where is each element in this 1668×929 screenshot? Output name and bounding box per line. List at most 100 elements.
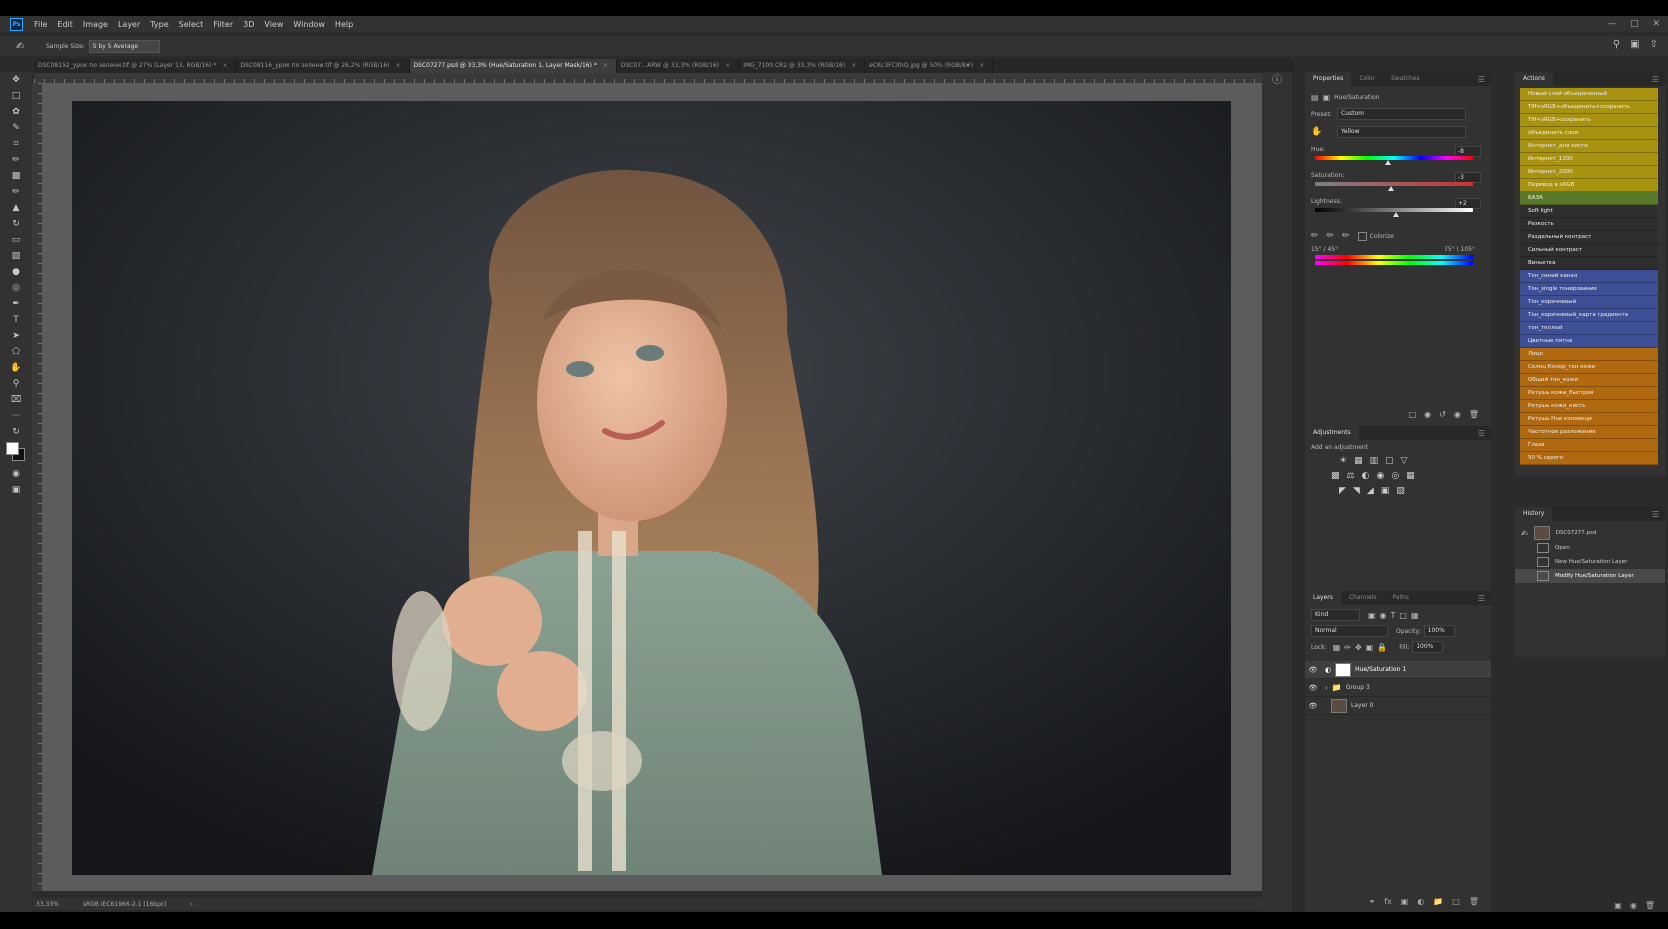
close-tab-icon[interactable]: × xyxy=(222,62,227,69)
action-item[interactable]: Виньетка xyxy=(1520,257,1658,270)
action-item[interactable]: Частотное разложение xyxy=(1520,426,1658,439)
tab-swatches[interactable]: Swatches xyxy=(1383,72,1428,86)
visibility-icon[interactable]: ◉ xyxy=(1454,410,1461,419)
action-item[interactable]: Цветные пятна xyxy=(1520,335,1658,348)
path-select-tool-icon[interactable]: ➤ xyxy=(0,328,32,344)
history-brush-source-icon[interactable]: ✍ xyxy=(1521,529,1528,538)
color-swatches[interactable] xyxy=(0,442,32,466)
maximize-icon[interactable]: □ xyxy=(1630,16,1639,32)
doc-tab-active[interactable]: DSC07277.psd @ 33,3% (Hue/Saturation 1, … xyxy=(409,59,617,73)
fx-icon[interactable]: fx xyxy=(1384,897,1392,906)
saturation-slider[interactable] xyxy=(1315,182,1473,191)
marquee-tool-icon[interactable]: □ xyxy=(0,88,32,104)
action-item[interactable]: Тон_синий канал xyxy=(1520,270,1658,283)
history-item[interactable]: New Hue/Saturation Layer xyxy=(1515,555,1665,569)
status-expand-icon[interactable]: › xyxy=(191,901,193,908)
view-previous-icon[interactable]: ◉ xyxy=(1424,410,1431,419)
action-item[interactable]: Ретушь кожи_быстрая xyxy=(1520,387,1658,400)
fill-input[interactable]: 100% xyxy=(1412,641,1444,653)
colorize-checkbox[interactable] xyxy=(1357,231,1367,241)
color-bar-bottom[interactable] xyxy=(1315,261,1473,265)
zoom-tool-icon[interactable]: ⚲ xyxy=(0,376,32,392)
brush-tool-icon[interactable]: ✏ xyxy=(0,184,32,200)
doc-tab[interactable]: eCKc3FCXhQ.jpg @ 50% (RGB/8#) × xyxy=(865,59,994,73)
eyedropper-icon[interactable]: ✏ xyxy=(1311,231,1319,241)
menu-edit[interactable]: Edit xyxy=(52,20,78,29)
new-layer-icon[interactable]: □ xyxy=(1452,897,1460,906)
doc-tab[interactable]: IMG_7100.CR2 @ 33,3% (RGB/16) × xyxy=(739,59,866,73)
posterize-icon[interactable]: ◥ xyxy=(1353,486,1360,496)
channel-select[interactable]: Yellow xyxy=(1337,126,1466,138)
quick-select-tool-icon[interactable]: ✎ xyxy=(0,120,32,136)
close-tab-icon[interactable]: × xyxy=(395,62,400,69)
action-item[interactable]: объединить слои xyxy=(1520,127,1658,140)
delete-layer-icon[interactable]: 🗑 xyxy=(1469,897,1479,906)
dodge-tool-icon[interactable]: ◎ xyxy=(0,280,32,296)
menu-view[interactable]: View xyxy=(259,20,288,29)
swap-colors-icon[interactable]: ↻ xyxy=(0,424,32,440)
invert-icon[interactable]: ◤ xyxy=(1339,486,1346,496)
hue-slider[interactable] xyxy=(1315,156,1473,165)
close-icon[interactable]: ✕ xyxy=(1652,16,1660,32)
channel-mixer-icon[interactable]: ◎ xyxy=(1391,471,1399,481)
info-icon[interactable]: ⓘ xyxy=(1262,72,1292,90)
threshold-icon[interactable]: ◢ xyxy=(1367,486,1374,496)
action-item[interactable]: Новый слой объединенный xyxy=(1520,88,1658,101)
document-photo[interactable] xyxy=(72,101,1231,875)
doc-tab[interactable]: DSC08116_урок по зелени.tif @ 26,2% (RGB… xyxy=(236,59,410,73)
menu-file[interactable]: File xyxy=(29,20,52,29)
lasso-tool-icon[interactable]: ✿ xyxy=(0,104,32,120)
snapshot-camera-icon[interactable]: ◉ xyxy=(1630,901,1637,911)
zoom-level[interactable]: 33,33% xyxy=(36,901,59,908)
lightness-slider-thumb[interactable] xyxy=(1392,212,1399,217)
panel-menu-icon[interactable]: ☰ xyxy=(1478,594,1485,603)
photo-filter-icon[interactable]: ◉ xyxy=(1376,471,1384,481)
history-item[interactable]: Open xyxy=(1515,541,1665,555)
action-item[interactable]: Tiff+sRGB+объединить+сохранить xyxy=(1520,101,1658,114)
clip-to-layer-icon[interactable]: □ xyxy=(1409,410,1417,419)
close-tab-icon[interactable]: × xyxy=(851,62,856,69)
layer-kind-select[interactable]: Kind xyxy=(1311,609,1360,621)
screen-mode-icon[interactable]: ▣ xyxy=(0,482,32,498)
action-item[interactable]: Резкость xyxy=(1520,218,1658,231)
new-group-icon[interactable]: 📁 xyxy=(1433,897,1443,906)
action-item[interactable]: Интернет_1200 xyxy=(1520,153,1658,166)
eyedropper-tool-icon[interactable]: ✍ xyxy=(16,41,24,52)
shape-tool-icon[interactable]: ⬠ xyxy=(0,344,32,360)
blur-tool-icon[interactable]: ● xyxy=(0,264,32,280)
share-icon[interactable]: ⇧ xyxy=(1650,39,1658,50)
action-item[interactable]: Тон_коричневый_карта градиента xyxy=(1520,309,1658,322)
menu-layer[interactable]: Layer xyxy=(113,20,145,29)
more-tools-icon[interactable]: ⋯ xyxy=(0,408,32,424)
action-item[interactable]: Солнц Колор_тон кожи xyxy=(1520,361,1658,374)
eyedropper-tool-icon[interactable]: ✏ xyxy=(0,152,32,168)
close-tab-icon[interactable]: × xyxy=(725,62,730,69)
menu-type[interactable]: Type xyxy=(145,20,173,29)
layer-thumbnail[interactable] xyxy=(1331,698,1347,713)
action-item[interactable]: тон_теплый xyxy=(1520,322,1658,335)
new-adjustment-icon[interactable]: ◐ xyxy=(1417,897,1424,906)
add-to-sample-icon[interactable]: ✏ xyxy=(1327,231,1335,241)
action-item[interactable]: Ретушь кожи_кисть xyxy=(1520,400,1658,413)
tab-layers[interactable]: Layers xyxy=(1305,591,1341,605)
action-item[interactable]: Soft light xyxy=(1520,205,1658,218)
action-item[interactable]: Раздельный контраст xyxy=(1520,231,1658,244)
menu-help[interactable]: Help xyxy=(330,20,358,29)
preset-select[interactable]: Custom xyxy=(1337,108,1466,120)
action-item[interactable]: Тон_коричневый xyxy=(1520,296,1658,309)
menu-filter[interactable]: Filter xyxy=(208,20,238,29)
action-item[interactable]: Интернет_для кисти xyxy=(1520,140,1658,153)
expand-group-icon[interactable]: › xyxy=(1325,684,1328,692)
delete-state-icon[interactable]: 🗑 xyxy=(1645,901,1655,911)
color-balance-icon[interactable]: ⚖ xyxy=(1347,471,1355,481)
doc-tab[interactable]: DSC07…ARW @ 33,3% (RGB/16) × xyxy=(617,59,740,73)
menu-image[interactable]: Image xyxy=(78,20,113,29)
tab-properties[interactable]: Properties xyxy=(1305,72,1352,86)
action-item[interactable]: Лицо xyxy=(1520,348,1658,361)
action-item[interactable]: Глаза xyxy=(1520,439,1658,452)
stamp-tool-icon[interactable]: ▲ xyxy=(0,200,32,216)
lock-icons[interactable]: ▦✏✥▣🔒 xyxy=(1333,643,1391,652)
move-tool-icon[interactable]: ✥ xyxy=(0,72,32,88)
levels-icon[interactable]: ▦ xyxy=(1354,456,1363,466)
action-item[interactable]: Общий тон_кожи xyxy=(1520,374,1658,387)
